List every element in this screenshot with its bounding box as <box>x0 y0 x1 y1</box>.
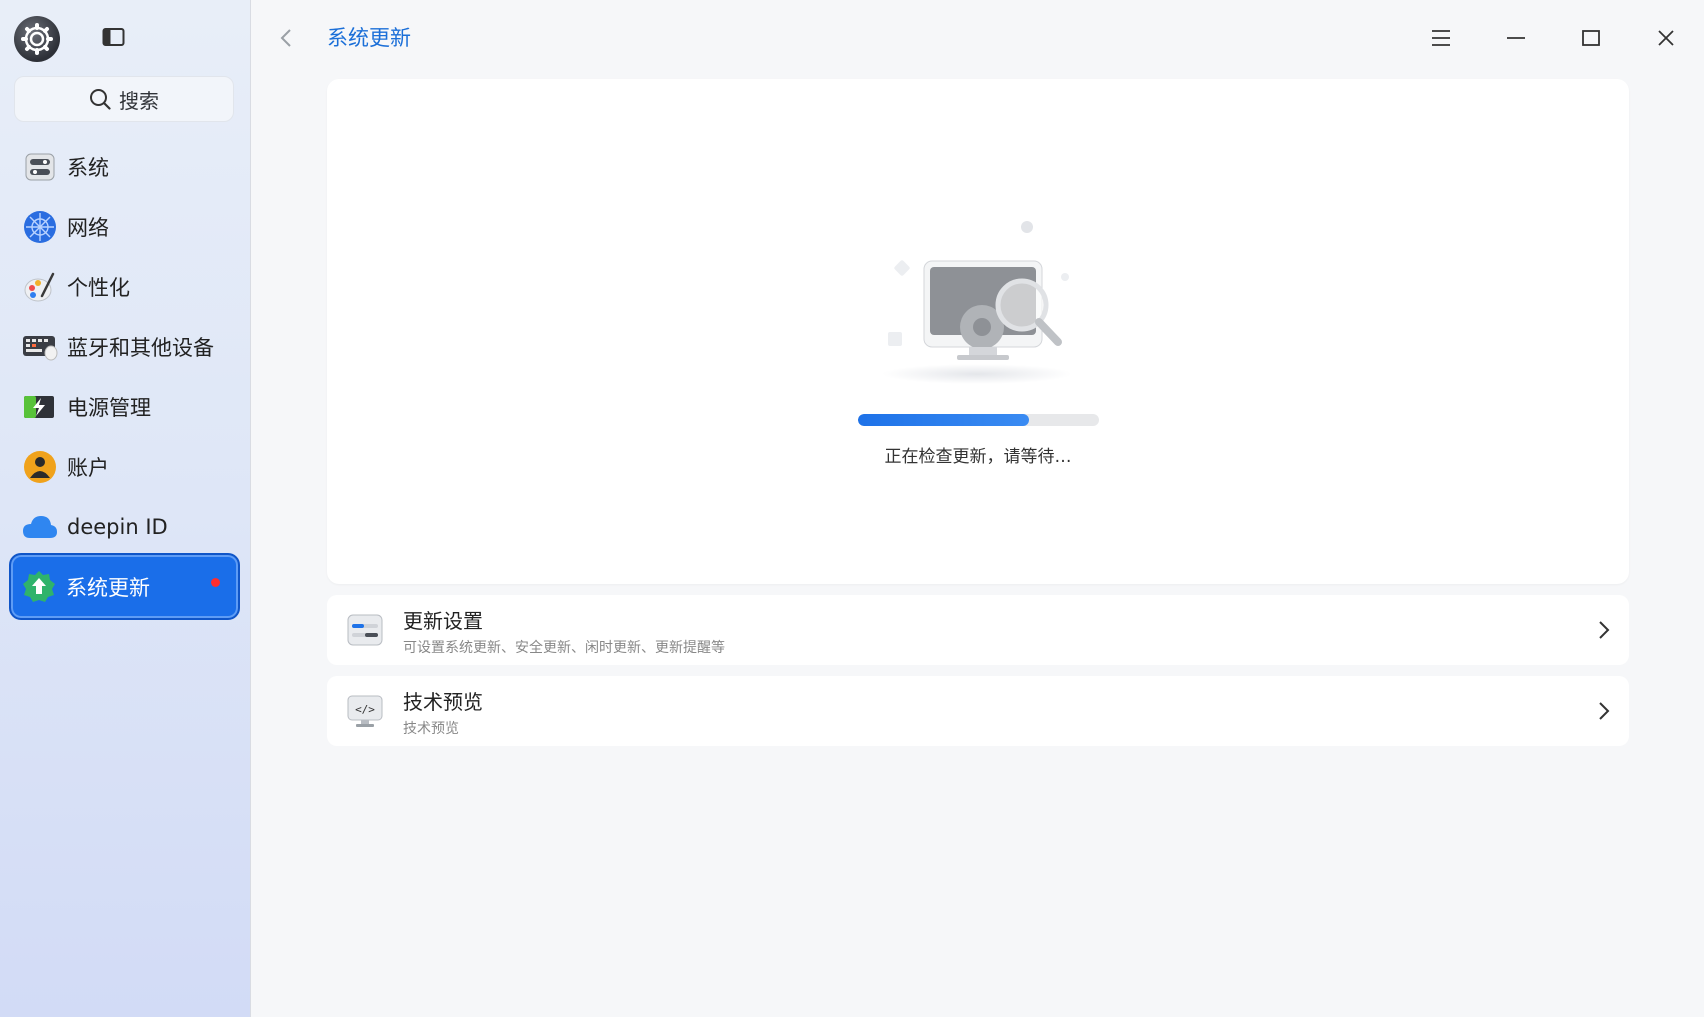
sidebar-item-label: 系统更新 <box>66 575 150 600</box>
update-status-panel: 正在检查更新，请等待… <box>327 79 1629 584</box>
sidebar-item-network[interactable]: 网络 <box>12 200 236 254</box>
chevron-left-icon <box>280 29 291 47</box>
sidebar-item-personalization[interactable]: 个性化 <box>12 260 236 314</box>
code-preview-icon: </> <box>347 695 383 727</box>
bluetooth-devices-icon <box>22 329 58 365</box>
settings-gear-icon <box>14 16 60 62</box>
tech-preview-row[interactable]: </> 技术预览 技术预览 <box>327 676 1629 746</box>
network-icon <box>22 209 58 245</box>
menu-icon <box>1432 30 1450 46</box>
back-button[interactable] <box>275 24 297 52</box>
chevron-right-icon <box>1593 619 1615 641</box>
update-status-text: 正在检查更新，请等待… <box>884 447 1072 467</box>
menu-button[interactable] <box>1425 22 1457 54</box>
page-title: 系统更新 <box>327 26 411 50</box>
account-icon <box>22 449 58 485</box>
update-settings-row[interactable]: 更新设置 可设置系统更新、安全更新、闲时更新、更新提醒等 <box>327 595 1629 665</box>
chevron-right-icon <box>1593 700 1615 722</box>
sidebar-item-deepin-id[interactable]: deepin ID <box>12 500 236 554</box>
sidebar-item-label: 蓝牙和其他设备 <box>67 336 214 360</box>
close-button[interactable] <box>1650 22 1682 54</box>
sidebar-item-account[interactable]: 账户 <box>12 440 236 494</box>
row-subtitle: 可设置系统更新、安全更新、闲时更新、更新提醒等 <box>403 640 725 656</box>
row-subtitle: 技术预览 <box>403 721 459 737</box>
update-badge-dot <box>211 578 220 587</box>
sidebar-item-label: deepin ID <box>67 515 168 539</box>
sidebar-item-system-update[interactable]: 系统更新 <box>9 553 240 620</box>
minimize-icon <box>1507 37 1525 39</box>
update-progress-bar <box>858 414 1099 426</box>
sidebar-item-power[interactable]: 电源管理 <box>12 380 236 434</box>
sidebar-item-bluetooth-devices[interactable]: 蓝牙和其他设备 <box>12 320 236 374</box>
cloud-icon <box>22 509 58 545</box>
row-title: 更新设置 <box>403 609 483 633</box>
close-icon <box>1658 30 1674 46</box>
minimize-button[interactable] <box>1500 22 1532 54</box>
sidebar-item-label: 个性化 <box>67 276 130 300</box>
power-icon <box>22 389 58 425</box>
sidebar-toggle-icon[interactable] <box>101 26 127 48</box>
sidebar-item-label: 系统 <box>67 156 109 180</box>
update-settings-icon <box>347 614 383 646</box>
search-icon <box>90 89 111 110</box>
sidebar-item-label: 网络 <box>67 216 109 240</box>
search-input[interactable]: 搜索 <box>14 76 234 122</box>
sidebar-item-system[interactable]: 系统 <box>12 140 236 194</box>
maximize-icon <box>1582 30 1600 46</box>
sidebar: 搜索 系统 网络 个性化 蓝牙和其他设备 电源管理 账户 deepin ID 系… <box>0 0 251 1017</box>
update-icon <box>21 569 57 605</box>
svg-text:</>: </> <box>355 703 375 716</box>
sidebar-item-label: 电源管理 <box>67 396 151 420</box>
sidebar-item-label: 账户 <box>67 456 109 480</box>
search-placeholder: 搜索 <box>119 88 159 113</box>
update-progress-fill <box>858 414 1030 426</box>
row-title: 技术预览 <box>403 690 483 714</box>
checking-updates-illustration-icon <box>882 221 1072 384</box>
system-icon <box>22 149 58 185</box>
personalization-icon <box>22 269 58 305</box>
maximize-button[interactable] <box>1575 22 1607 54</box>
